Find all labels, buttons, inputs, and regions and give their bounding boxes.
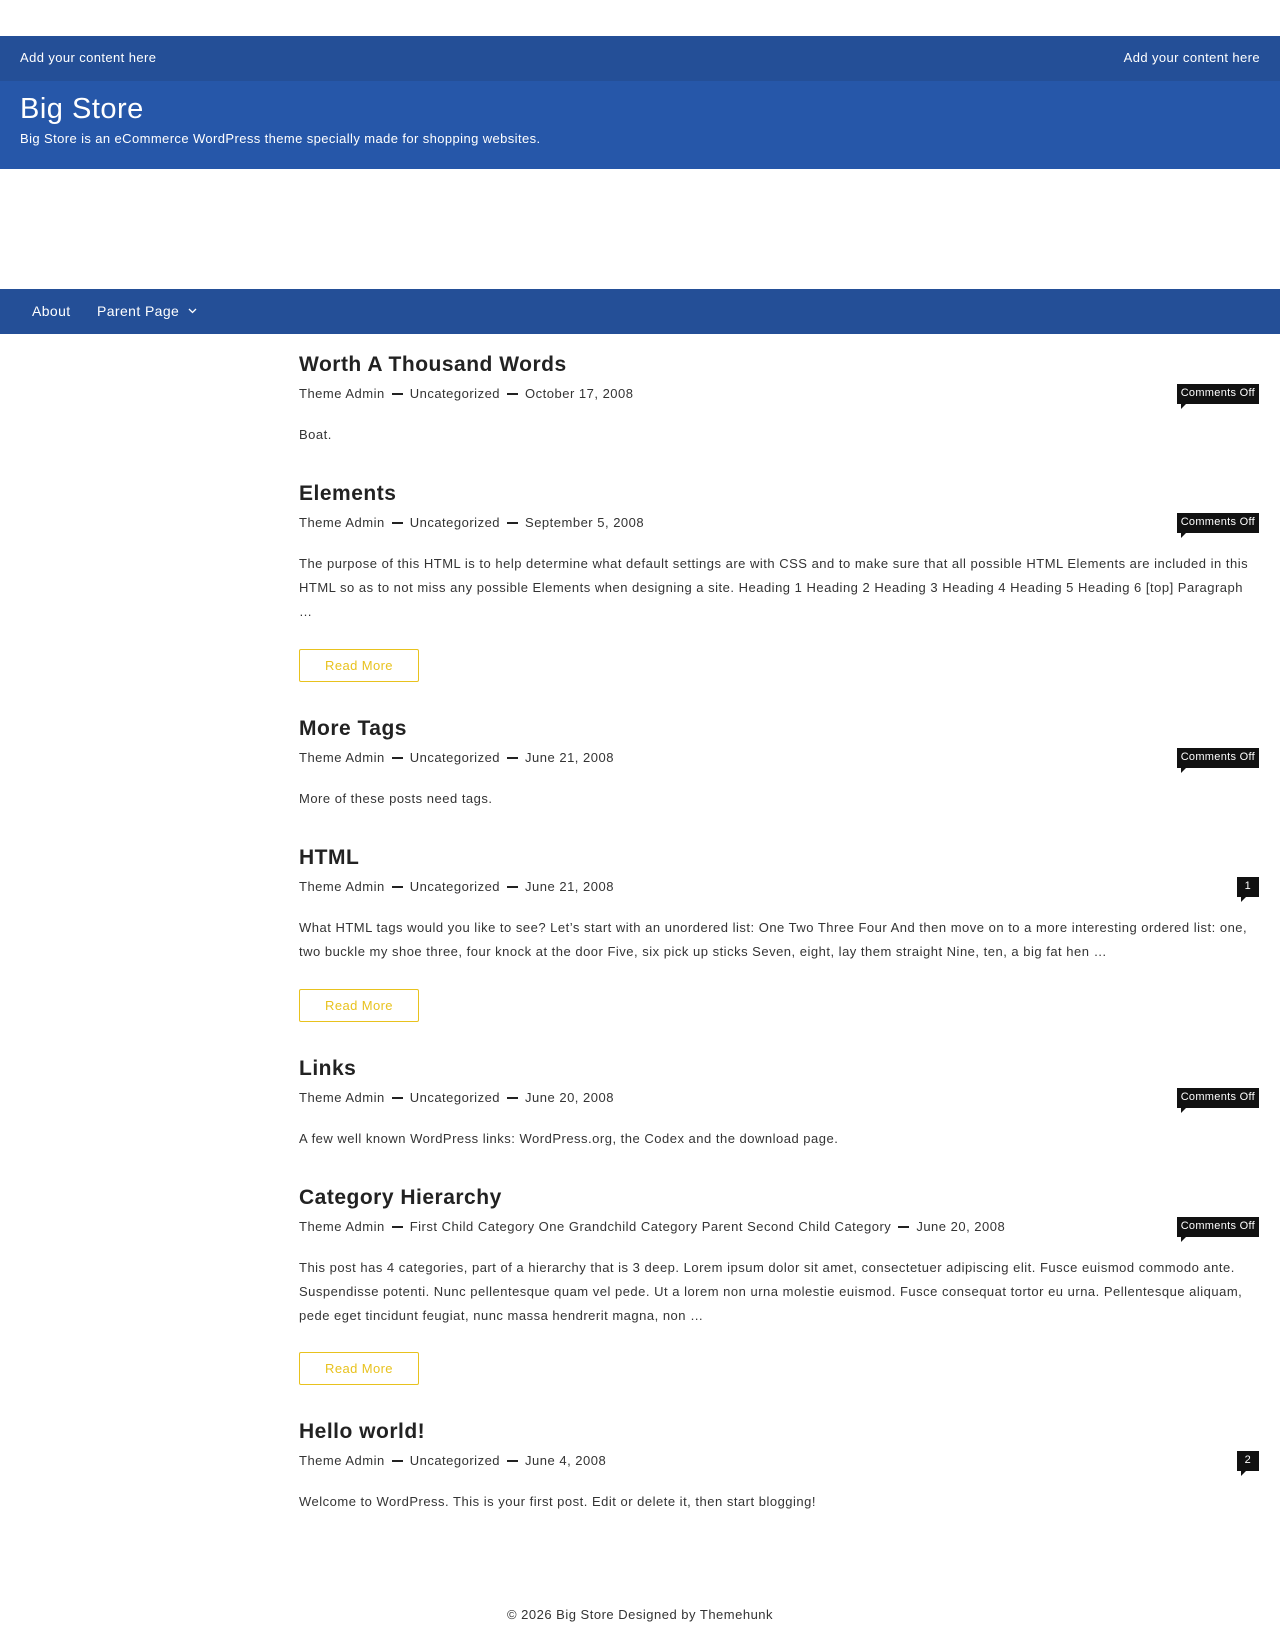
post-excerpt: Boat. xyxy=(299,427,332,442)
meta-separator xyxy=(391,1226,403,1228)
site-header: Big Store Big Store is an eCommerce Word… xyxy=(0,81,1280,169)
comments-badge[interactable]: 1 xyxy=(1236,877,1259,902)
post-excerpt: The purpose of this HTML is to help dete… xyxy=(299,556,1249,619)
post-author[interactable]: Theme Admin xyxy=(299,879,385,894)
read-more-button[interactable]: Read More xyxy=(299,1352,419,1385)
post-date[interactable]: June 20, 2008 xyxy=(916,1219,1005,1234)
post-author[interactable]: Theme Admin xyxy=(299,750,385,765)
comments-badge[interactable]: Comments Off xyxy=(1176,748,1259,773)
meta-separator xyxy=(507,393,519,395)
post-date[interactable]: June 21, 2008 xyxy=(525,879,614,894)
top-bar-right-text: Add your content here xyxy=(1123,50,1260,65)
post-author[interactable]: Theme Admin xyxy=(299,386,385,401)
post-category[interactable]: Uncategorized xyxy=(410,386,500,401)
main-navigation: About Parent Page xyxy=(0,289,1280,334)
post-meta: Theme Admin First Child Category One Gran… xyxy=(299,1219,1005,1234)
post-meta: Theme Admin Uncategorized June 21, 2008 xyxy=(299,879,614,894)
post-item: Links Theme Admin Uncategorized June 20, 2… xyxy=(299,1057,1259,1146)
post-meta: Theme Admin Uncategorized June 21, 2008 xyxy=(299,750,614,765)
post-excerpt: Welcome to WordPress. This is your first… xyxy=(299,1494,816,1509)
site-title[interactable]: Big Store xyxy=(20,93,144,126)
post-author[interactable]: Theme Admin xyxy=(299,1090,385,1105)
meta-separator xyxy=(507,886,519,888)
meta-separator xyxy=(391,757,403,759)
post-title[interactable]: Hello world! xyxy=(299,1420,1259,1444)
post-excerpt: A few well known WordPress links: WordPr… xyxy=(299,1131,839,1146)
post-date[interactable]: June 21, 2008 xyxy=(525,750,614,765)
top-bar-left-text: Add your content here xyxy=(20,50,157,65)
post-item: Hello world! Theme Admin Uncategorized Jun… xyxy=(299,1420,1259,1509)
nav-item-about[interactable]: About xyxy=(32,303,71,319)
post-category[interactable]: Uncategorized xyxy=(410,750,500,765)
post-date[interactable]: June 4, 2008 xyxy=(525,1453,606,1468)
post-author[interactable]: Theme Admin xyxy=(299,1219,385,1234)
post-category[interactable]: Uncategorized xyxy=(410,1453,500,1468)
post-date[interactable]: October 17, 2008 xyxy=(525,386,633,401)
post-item: Category Hierarchy Theme Admin First Chil… xyxy=(299,1186,1259,1385)
comments-badge[interactable]: 2 xyxy=(1236,1451,1259,1476)
meta-separator xyxy=(391,522,403,524)
post-category[interactable]: Uncategorized xyxy=(410,1090,500,1105)
meta-separator xyxy=(391,1460,403,1462)
post-excerpt: What HTML tags would you like to see? Le… xyxy=(299,920,1248,959)
post-category[interactable]: Uncategorized xyxy=(410,879,500,894)
comments-badge[interactable]: Comments Off xyxy=(1176,1088,1259,1113)
post-category[interactable]: First Child Category One Grandchild Cate… xyxy=(410,1219,892,1234)
site-footer: © 2026 Big Store Designed by Themehunk xyxy=(506,1607,774,1622)
post-meta: Theme Admin Uncategorized June 20, 2008 xyxy=(299,1090,614,1105)
meta-separator xyxy=(507,522,519,524)
post-item: HTML Theme Admin Uncategorized June 21, 20… xyxy=(299,846,1259,1022)
post-author[interactable]: Theme Admin xyxy=(299,515,385,530)
site-tagline: Big Store is an eCommerce WordPress them… xyxy=(20,131,541,146)
post-item: Elements Theme Admin Uncategorized Septemb… xyxy=(299,482,1259,682)
post-title[interactable]: Links xyxy=(299,1057,1259,1081)
meta-separator xyxy=(391,886,403,888)
chevron-down-icon xyxy=(188,308,196,314)
meta-separator xyxy=(391,1097,403,1099)
post-item: Worth A Thousand Words Theme Admin Uncate… xyxy=(299,353,1259,442)
meta-separator xyxy=(507,757,519,759)
meta-separator xyxy=(507,1097,519,1099)
post-title[interactable]: Worth A Thousand Words xyxy=(299,353,1259,377)
comments-badge[interactable]: Comments Off xyxy=(1176,513,1259,538)
top-bar: Add your content here Add your content h… xyxy=(0,36,1280,81)
comments-badge[interactable]: Comments Off xyxy=(1176,384,1259,409)
post-item: More Tags Theme Admin Uncategorized June 2… xyxy=(299,717,1259,806)
comments-badge[interactable]: Comments Off xyxy=(1176,1217,1259,1242)
post-meta: Theme Admin Uncategorized June 4, 2008 xyxy=(299,1453,606,1468)
post-date[interactable]: June 20, 2008 xyxy=(525,1090,614,1105)
post-meta: Theme Admin Uncategorized October 17, 2008 xyxy=(299,386,634,401)
post-title[interactable]: HTML xyxy=(299,846,1259,870)
post-excerpt: This post has 4 categories, part of a hi… xyxy=(299,1260,1243,1323)
post-title[interactable]: More Tags xyxy=(299,717,1259,741)
post-date[interactable]: September 5, 2008 xyxy=(525,515,644,530)
post-title[interactable]: Elements xyxy=(299,482,1259,506)
read-more-button[interactable]: Read More xyxy=(299,649,419,682)
nav-item-parent-page[interactable]: Parent Page xyxy=(97,303,197,319)
meta-separator xyxy=(391,393,403,395)
post-meta: Theme Admin Uncategorized September 5, 200… xyxy=(299,515,644,530)
meta-separator xyxy=(898,1226,910,1228)
post-category[interactable]: Uncategorized xyxy=(410,515,500,530)
post-author[interactable]: Theme Admin xyxy=(299,1453,385,1468)
read-more-button[interactable]: Read More xyxy=(299,989,419,1022)
post-title[interactable]: Category Hierarchy xyxy=(299,1186,1259,1210)
post-excerpt: More of these posts need tags. xyxy=(299,791,493,806)
meta-separator xyxy=(507,1460,519,1462)
nav-item-label: Parent Page xyxy=(97,303,180,319)
